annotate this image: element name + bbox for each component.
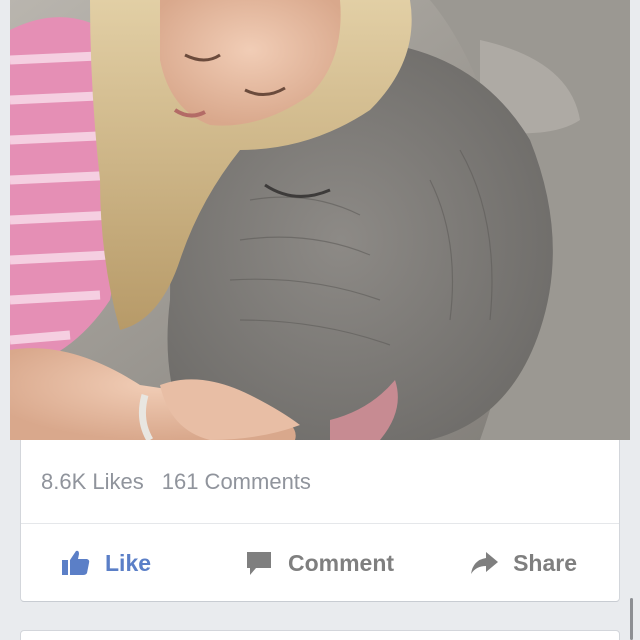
thumbs-up-icon	[62, 550, 90, 575]
share-button[interactable]: Share	[405, 548, 619, 578]
post-card: 8.6K Likes 161 Comments Like Comment Sha…	[20, 440, 620, 602]
post-photo[interactable]	[10, 0, 630, 440]
post-actions: Like Comment Share	[21, 524, 619, 602]
news-feed: 8.6K Likes 161 Comments Like Comment Sha…	[0, 0, 640, 640]
likes-count[interactable]: 8.6K Likes	[41, 469, 144, 495]
scrollbar[interactable]	[630, 598, 633, 640]
photo-illustration	[10, 0, 630, 440]
comments-count[interactable]: 161 Comments	[162, 469, 311, 495]
speech-bubble-icon	[246, 552, 271, 575]
next-post-card	[20, 630, 620, 640]
post-stats: 8.6K Likes 161 Comments	[21, 440, 619, 524]
share-label: Share	[513, 549, 577, 576]
like-label: Like	[105, 549, 152, 576]
comment-label: Comment	[287, 549, 395, 576]
like-button[interactable]: Like	[21, 548, 233, 578]
share-arrow-icon	[471, 552, 499, 574]
comment-button[interactable]: Comment	[233, 548, 405, 578]
